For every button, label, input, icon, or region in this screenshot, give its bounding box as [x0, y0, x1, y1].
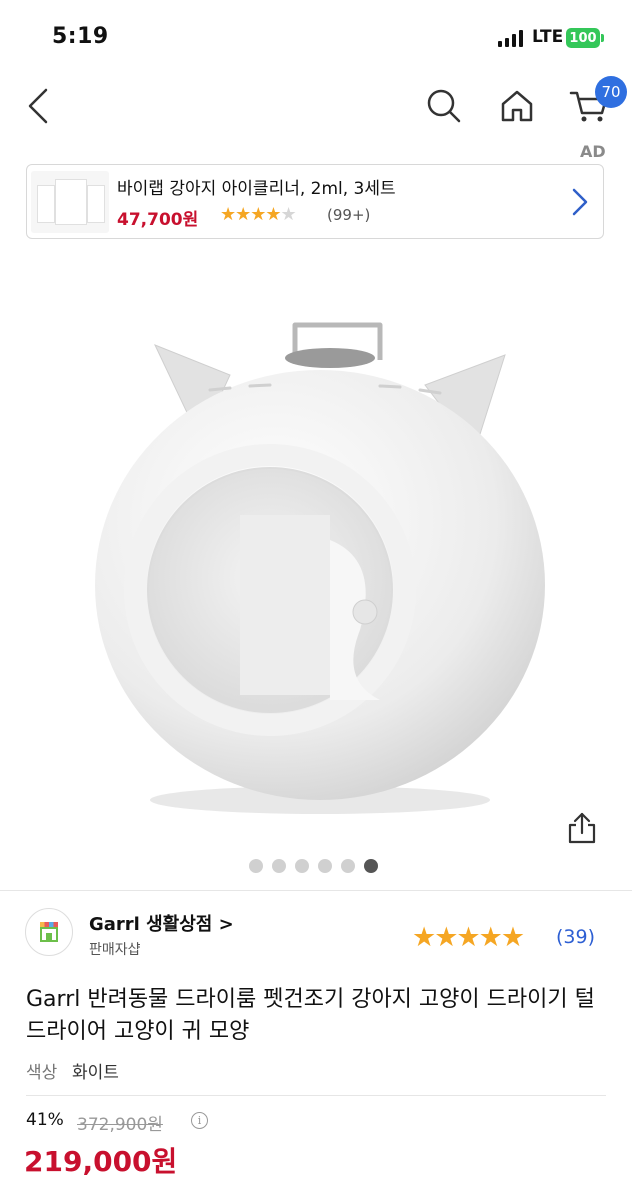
search-icon: [427, 89, 461, 123]
back-button[interactable]: [22, 86, 54, 126]
product-title: Garrl 반려동물 드라이룸 펫건조기 강아지 고양이 드라이기 털 드라이어…: [26, 987, 595, 1044]
cart-count-badge: 70: [595, 76, 627, 108]
gallery-indicator[interactable]: [249, 859, 378, 873]
gallery-dot[interactable]: [341, 859, 355, 873]
gallery-dot[interactable]: [295, 859, 309, 873]
chevron-right-icon: [572, 188, 588, 216]
home-icon: [501, 90, 533, 122]
ad-review-count: (99+): [327, 206, 371, 224]
product-image[interactable]: [80, 300, 560, 820]
store-icon: [40, 922, 58, 942]
ad-rating-stars: ★★★★★: [220, 204, 297, 225]
info-icon[interactable]: i: [191, 1112, 208, 1129]
ad-label: AD: [580, 142, 606, 161]
share-icon: [568, 812, 596, 844]
seller-shop-label: 판매자샵: [89, 942, 141, 958]
gallery-dot[interactable]: [249, 859, 263, 873]
gallery-dot[interactable]: [318, 859, 332, 873]
option-label: 색상: [26, 1063, 58, 1083]
status-time: 5:19: [52, 24, 109, 49]
sale-price: 219,000원: [24, 1145, 178, 1178]
discount-rate: 41%: [26, 1110, 64, 1130]
battery-tip: [601, 34, 604, 42]
share-button[interactable]: [562, 808, 602, 848]
ad-product-thumbnail: [31, 171, 109, 233]
ad-price: 47,700원: [117, 210, 199, 230]
gallery-dot[interactable]: [272, 859, 286, 873]
chevron-left-icon: [28, 88, 48, 124]
divider: [0, 890, 632, 891]
seller-name-link[interactable]: Garrl 생활상점 >: [89, 910, 234, 936]
network-label: LTE: [532, 27, 564, 47]
divider: [26, 1095, 606, 1096]
search-button[interactable]: [424, 86, 464, 126]
battery-icon: 100: [566, 28, 600, 48]
option-value[interactable]: 화이트: [72, 1058, 119, 1083]
ad-title: 바이랩 강아지 아이클리너, 2ml, 3세트: [117, 179, 396, 199]
original-price: 372,900원: [77, 1115, 163, 1135]
seller-logo[interactable]: [25, 908, 73, 956]
seller-review-count[interactable]: (39): [556, 926, 595, 948]
ad-banner[interactable]: 바이랩 강아지 아이클리너, 2ml, 3세트 47,700원 ★★★★★ (9…: [26, 164, 604, 239]
seller-rating-stars: ★★★★★: [412, 922, 525, 953]
signal-icon: [498, 30, 523, 47]
gallery-dot-active[interactable]: [364, 859, 378, 873]
home-button[interactable]: [497, 86, 537, 126]
